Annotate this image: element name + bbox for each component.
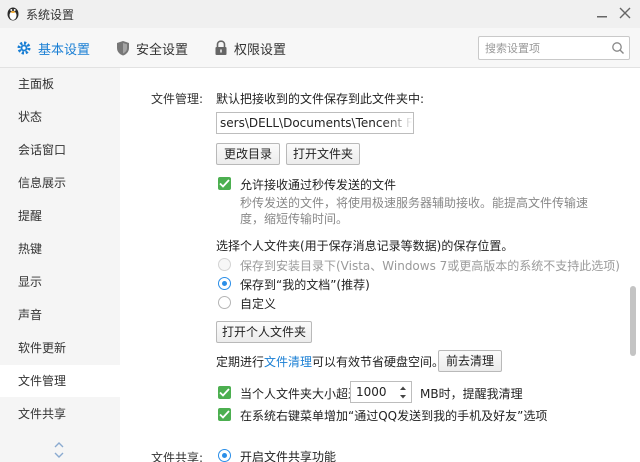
gear-icon: [17, 41, 31, 55]
tab-basic-settings[interactable]: 基本设置: [16, 28, 90, 68]
sidebar-item-sound[interactable]: 声音: [0, 299, 120, 331]
install-dir-radio: [218, 258, 231, 271]
my-documents-label: 保存到“我的文档”(推荐): [240, 278, 370, 292]
cleanup-prefix: 定期进行: [216, 355, 265, 369]
open-personal-folder-button[interactable]: 打开个人文件夹: [216, 321, 312, 343]
sidebar-item-main-panel[interactable]: 主面板: [0, 68, 120, 100]
tab-security-label: 安全设置: [136, 42, 189, 58]
window-title: 系统设置: [26, 8, 75, 22]
spin-down-icon[interactable]: [399, 394, 407, 400]
enable-file-sharing-label: 开启文件共享功能: [240, 450, 337, 462]
checkmark-icon: [219, 410, 230, 419]
save-location-text: 默认把接收到的文件保存到此文件夹中:: [216, 92, 425, 106]
context-menu-checkbox[interactable]: [218, 408, 231, 421]
close-icon[interactable]: [618, 6, 632, 20]
go-cleanup-button[interactable]: 前去清理: [438, 350, 502, 372]
sidebar-item-display[interactable]: 显示: [0, 266, 120, 298]
file-sharing-label: 文件共享:: [151, 451, 204, 462]
enable-file-sharing-radio[interactable]: [218, 449, 231, 462]
personal-folder-text: 选择个人文件夹(用于保存消息记录等数据)的保存位置。: [216, 239, 514, 253]
save-path-field[interactable]: sers\DELL\Documents\Tencent Files: [216, 112, 414, 134]
minimize-icon[interactable]: [596, 10, 608, 18]
sidebar-item-chat-window[interactable]: 会话窗口: [0, 134, 120, 166]
size-reminder-checkbox[interactable]: [218, 386, 231, 399]
spin-up-icon[interactable]: [399, 385, 407, 391]
custom-location-label: 自定义: [240, 297, 277, 311]
search-icon[interactable]: [611, 41, 625, 55]
cleanup-suffix: 可以有效节省硬盘空间。: [312, 355, 445, 369]
context-menu-label: 在系统右键菜单增加“通过QQ发送到我的手机及好友”选项: [240, 409, 548, 423]
checkmark-icon: [219, 388, 230, 397]
shield-icon: [117, 41, 129, 56]
settings-content: 文件管理: 默认把接收到的文件保存到此文件夹中: sers\DELL\Docum…: [120, 68, 640, 462]
file-cleanup-link[interactable]: 文件清理: [264, 355, 312, 369]
size-limit-value: 1000: [356, 385, 387, 399]
sidebar: 主面板 状态 会话窗口 信息展示 提醒 热键 显示 声音 软件更新 文件管理 文…: [0, 68, 120, 462]
size-reminder-prefix: 当个人文件夹大小超过: [240, 387, 361, 401]
tab-basic-label: 基本设置: [38, 42, 91, 58]
tab-permission-settings[interactable]: 权限设置: [214, 28, 286, 68]
content-scrollbar[interactable]: [630, 286, 636, 356]
search-box: [478, 36, 630, 60]
search-input[interactable]: [479, 37, 603, 59]
install-dir-label: 保存到安装目录下(Vista、Windows 7或更高版本的系统不支持此选项): [240, 259, 620, 273]
sidebar-item-file-management[interactable]: 文件管理: [0, 365, 120, 397]
size-reminder-suffix: MB时，提醒我清理: [420, 387, 523, 401]
my-documents-radio[interactable]: [218, 277, 231, 290]
sidebar-item-info-display[interactable]: 信息展示: [0, 167, 120, 199]
open-folder-button[interactable]: 打开文件夹: [286, 143, 360, 165]
tab-security-settings[interactable]: 安全设置: [116, 28, 188, 68]
sidebar-item-file-sharing[interactable]: 文件共享: [0, 398, 120, 430]
penguin-logo-icon: [7, 7, 19, 21]
size-limit-spinbox[interactable]: 1000: [350, 381, 412, 403]
sidebar-item-hotkeys[interactable]: 热键: [0, 233, 120, 265]
flash-transfer-desc-2: 度，缩短传输时间。: [240, 212, 349, 226]
allow-flash-transfer-checkbox[interactable]: [218, 177, 231, 190]
title-bar: 系统设置: [0, 0, 640, 28]
lock-icon: [215, 40, 227, 55]
scroll-more-icon[interactable]: [52, 440, 66, 460]
sidebar-item-status[interactable]: 状态: [0, 101, 120, 133]
sidebar-item-updates[interactable]: 软件更新: [0, 332, 120, 364]
flash-transfer-desc-1: 秒传发送的文件，将使用极速服务器辅助接收。能提高文件传输速: [240, 196, 589, 210]
checkmark-icon: [219, 179, 230, 188]
tab-bar: 基本设置 安全设置 权限设置: [0, 28, 640, 68]
custom-location-radio[interactable]: [218, 296, 231, 309]
file-management-label: 文件管理:: [151, 92, 204, 106]
tab-permission-label: 权限设置: [234, 42, 287, 58]
cleanup-text: 定期进行文件清理可以有效节省硬盘空间。: [216, 353, 444, 370]
sidebar-item-reminders[interactable]: 提醒: [0, 200, 120, 232]
change-directory-button[interactable]: 更改目录: [216, 143, 280, 165]
allow-flash-transfer-label: 允许接收通过秒传发送的文件: [240, 178, 397, 192]
